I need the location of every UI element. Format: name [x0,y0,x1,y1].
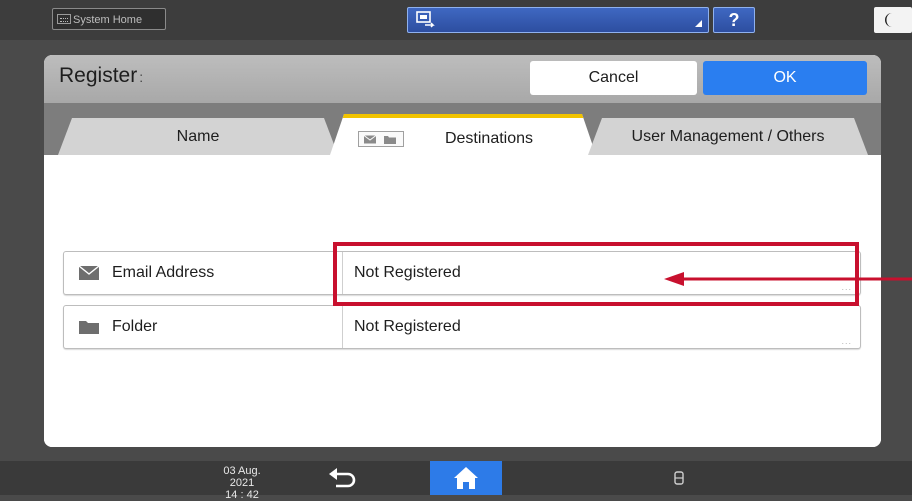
row-label-cell: Folder [64,306,343,348]
night-mode-button[interactable] [874,7,912,33]
dialog-header: Register: Cancel OK [44,55,881,103]
row-label-cell: Email Address [64,252,343,294]
home-button[interactable] [430,461,502,495]
row-label: Folder [112,318,158,335]
title-text: Register [59,64,138,87]
storage-icon [674,471,684,490]
tab-label: User Management / Others [631,128,825,145]
home-icon [454,467,478,489]
folder-icon [79,320,99,339]
date-text: 03 Aug. 2021 [223,465,261,489]
system-home-label: System Home [73,14,143,26]
envelope-icon [78,265,100,285]
row-value: Not Registered [354,318,461,335]
cancel-button[interactable]: Cancel [530,61,697,95]
page-title: Register: [59,64,143,88]
apps-grid-icon [57,14,71,24]
tab-destinations[interactable]: Destinations [330,114,596,155]
time-text: 14 : 42 [225,489,259,501]
system-home-button[interactable]: System Home [52,8,166,30]
top-status-bar: System Home ? [0,0,912,40]
help-button[interactable]: ? [713,7,755,33]
title-suffix: : [139,69,144,85]
dropdown-corner-icon [695,20,702,27]
screen-switch-selector[interactable] [407,7,709,33]
folder-row[interactable]: Folder Not Registered ... [63,305,861,349]
tab-label: Destinations [444,130,534,147]
back-arrow-icon[interactable] [328,467,358,494]
ok-button[interactable]: OK [703,61,867,95]
row-label: Email Address [112,264,215,281]
screen-switch-icon [416,11,436,34]
bottom-bar: 03 Aug. 2021 14 : 42 [0,461,912,501]
date-time: 03 Aug. 2021 14 : 42 [212,465,272,501]
annotation-arrow-icon [664,272,912,286]
moon-icon [882,11,898,34]
tab-user-management[interactable]: User Management / Others [588,118,868,155]
destination-type-icons [358,131,404,147]
tab-name[interactable]: Name [58,118,338,155]
tab-bar: Name Destinations User Management / Othe… [44,103,881,155]
more-indicator: ... [841,336,852,346]
tab-label: Name [176,128,220,145]
